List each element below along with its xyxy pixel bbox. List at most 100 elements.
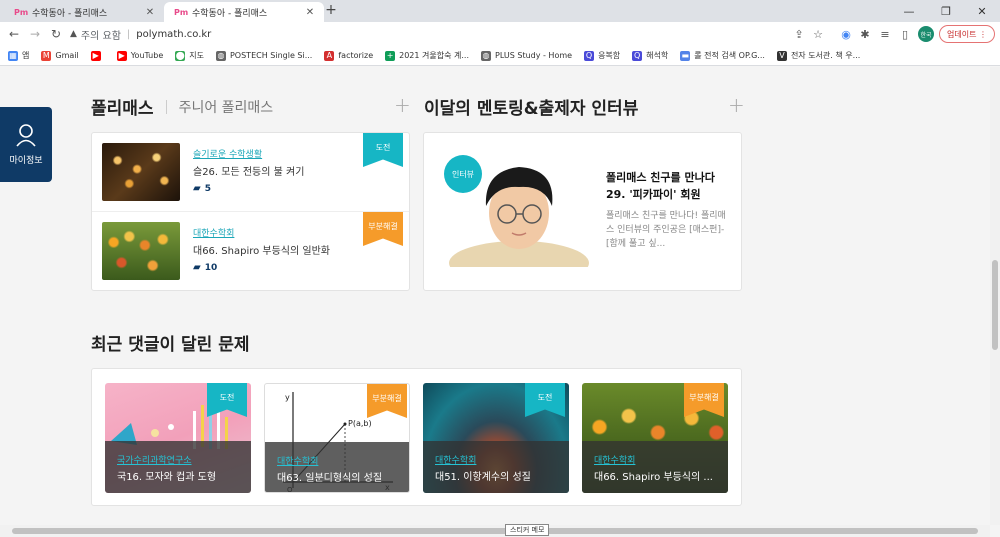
problem-title[interactable]: 대66. Shapiro 부등식의 ... [594, 468, 718, 483]
card-overlay: 국가수리과학연구소 국16. 모자와 컵과 도형 [105, 441, 251, 493]
browser-toolbar: ← → ↻ ▲ 주의 요함 | polymath.co.kr ⇪ ☆ ◉ ✱ ≡… [0, 22, 1000, 46]
youtube-icon: ▶ [90, 50, 101, 61]
problem-category[interactable]: 슬기로운 수학생활 [193, 147, 262, 160]
bookmark-item[interactable]: ▶ [90, 50, 105, 61]
polymath-favicon: Pm [174, 7, 189, 17]
problem-category[interactable]: 대한수학회 [277, 454, 318, 467]
bookmark-label: 응복함 [598, 51, 621, 60]
comment-count: ▰ 5 [193, 183, 211, 194]
bookmark-item[interactable]: ⬤ 지도 [175, 50, 204, 61]
warning-icon[interactable]: ▲ [70, 29, 77, 39]
comment-count: ▰ 10 [193, 262, 217, 273]
sidepanel-icon[interactable]: ▯ [897, 26, 913, 42]
share-icon[interactable]: ⇪ [791, 26, 807, 42]
problem-category[interactable]: 대한수학회 [594, 453, 635, 466]
bookmark-item[interactable]: Q 응복함 [584, 50, 620, 61]
bookmark-label: PLUS Study - Home [495, 51, 573, 60]
bookmark-label: Gmail [55, 51, 79, 60]
status-badge: 도전 [363, 133, 403, 167]
star-icon[interactable]: ☆ [810, 26, 826, 42]
media-icon[interactable]: ≡ [877, 26, 893, 42]
horizontal-scrollbar[interactable] [0, 525, 990, 537]
section-subtitle[interactable]: 주니어 폴리매스 [179, 97, 274, 117]
polymath-card: 슬기로운 수학생활 슬26. 모든 전등의 불 켜기 ▰ 5 도전 대한수학회 … [91, 132, 410, 291]
polymath-section-header: 폴리매스 주니어 폴리매스 [91, 94, 273, 119]
bookmark-item[interactable]: ▦ 앱 [8, 50, 29, 61]
section-title[interactable]: 폴리매스 [91, 94, 154, 119]
tulips-thumbnail [102, 222, 180, 280]
scroll-thumb[interactable] [992, 260, 998, 350]
problem-category[interactable]: 대한수학회 [435, 453, 476, 466]
restore-icon[interactable]: ❐ [928, 0, 964, 22]
problem-title[interactable]: 국16. 모자와 컵과 도형 [117, 468, 241, 483]
bookmark-label: POSTECH Single Si... [229, 51, 313, 60]
browser-tab[interactable]: Pm 수학동아 - 폴리매스 ✕ [4, 2, 164, 22]
problem-category[interactable]: 국가수리과학연구소 [117, 453, 192, 466]
tab-title: 수학동아 - 폴리매스 [192, 8, 268, 19]
minimize-icon[interactable]: — [891, 0, 927, 22]
bookmark-item[interactable]: Afactorize [324, 50, 373, 61]
maps-icon: ⬤ [175, 50, 186, 61]
myinfo-button[interactable]: 마이정보 [0, 107, 52, 182]
close-icon[interactable]: ✕ [144, 7, 156, 18]
problem-card[interactable]: y x O P(a,b) 부분해결 대한수학회 대63. 일분디형식의 성질 [264, 383, 410, 493]
problem-card[interactable]: 도전 대한수학회 대51. 이항계수의 성질 [423, 383, 569, 493]
globe-icon: ◍ [481, 50, 491, 61]
new-tab-icon[interactable]: + [322, 2, 340, 18]
problem-title[interactable]: 슬26. 모든 전등의 불 켜기 [193, 163, 304, 178]
problem-title[interactable]: 대63. 일분디형식의 성질 [277, 469, 401, 484]
bookmark-item[interactable]: Q 해석학 [632, 50, 668, 61]
window-close-icon[interactable]: ✕ [964, 0, 1000, 22]
status-badge: 도전 [525, 383, 565, 417]
problem-title[interactable]: 대66. Shapiro 부등식의 일반화 [193, 242, 330, 257]
browser-tab-active[interactable]: Pm 수학동아 - 폴리매스 ✕ [164, 2, 324, 22]
comment-icon: ▰ [193, 183, 201, 194]
puzzle-icon[interactable]: ✱ [857, 26, 873, 42]
interview-title[interactable]: 폴리매스 친구를 만나다 29. '피카파이' 회원 [606, 169, 736, 203]
list-item[interactable]: 대한수학회 대66. Shapiro 부등식의 일반화 ▰ 10 부분해결 [92, 212, 409, 290]
apps-icon: ▦ [8, 50, 18, 61]
list-item[interactable]: 슬기로운 수학생활 슬26. 모든 전등의 불 켜기 ▰ 5 도전 [92, 133, 409, 211]
update-button[interactable]: 업데이트 ⋮ [939, 25, 995, 43]
gmail-icon: M [41, 50, 52, 61]
bookmark-item[interactable]: ◍ PLUS Study - Home [481, 50, 573, 61]
comment-number: 5 [204, 183, 211, 194]
extension-search-icon[interactable]: ◉ [838, 26, 854, 42]
bookmark-item[interactable]: M Gmail [41, 50, 79, 61]
bookmark-label: 지도 [189, 51, 204, 60]
forward-icon[interactable]: → [27, 26, 43, 42]
divider [165, 99, 167, 114]
point-label: P(a,b) [348, 419, 372, 428]
more-plus-icon[interactable]: + [394, 93, 411, 117]
bookmark-item[interactable]: ◍ POSTECH Single Si... [215, 50, 313, 61]
section-title: 최근 댓글이 달린 문제 [91, 335, 250, 355]
bookmark-item[interactable]: ▬ 롤 전적 검색 OP.G... [680, 50, 765, 61]
bookmark-label: 앱 [22, 51, 30, 60]
problem-card[interactable]: 도전 국가수리과학연구소 국16. 모자와 컵과 도형 [105, 383, 251, 493]
recent-problems-card: 도전 국가수리과학연구소 국16. 모자와 컵과 도형 y x O P(a,b)… [91, 368, 742, 506]
factorize-icon: A [324, 50, 335, 61]
scroll-thumb[interactable] [12, 528, 978, 534]
problem-category[interactable]: 대한수학회 [193, 226, 234, 239]
vertical-scrollbar[interactable] [990, 67, 1000, 525]
reload-icon[interactable]: ↻ [48, 26, 64, 42]
bookmark-label: 전자 도서관. 책 우... [790, 51, 861, 60]
interview-badge: 인터뷰 [444, 155, 482, 193]
close-icon[interactable]: ✕ [304, 7, 316, 18]
bookmark-label: 2021 겨울합숙 계... [399, 51, 469, 60]
security-label: 주의 요함 [80, 30, 121, 42]
more-plus-icon[interactable]: + [728, 93, 745, 117]
bookmark-item[interactable]: ▶ YouTube [116, 50, 163, 61]
bookmark-item[interactable]: +2021 겨울합숙 계... [385, 50, 469, 61]
profile-avatar[interactable]: 한국 [918, 26, 934, 42]
problem-title[interactable]: 대51. 이항계수의 성질 [435, 468, 559, 483]
section-title[interactable]: 이달의 멘토링&출제자 인터뷰 [424, 94, 638, 119]
interview-card[interactable]: 인터뷰 폴리매스 친구를 만나다 29. '피카파이' 회원 폴리매스 친구를 … [423, 132, 742, 291]
light-bulbs-thumbnail [102, 143, 180, 201]
back-icon[interactable]: ← [6, 26, 22, 42]
bookmark-item[interactable]: V 전자 도서관. 책 우... [776, 50, 861, 61]
address-bar[interactable]: ▲ 주의 요함 | polymath.co.kr [70, 25, 830, 43]
status-badge: 부분해결 [684, 383, 724, 417]
problem-card[interactable]: 부분해결 대한수학회 대66. Shapiro 부등식의 ... [582, 383, 728, 493]
comment-number: 10 [204, 262, 218, 273]
